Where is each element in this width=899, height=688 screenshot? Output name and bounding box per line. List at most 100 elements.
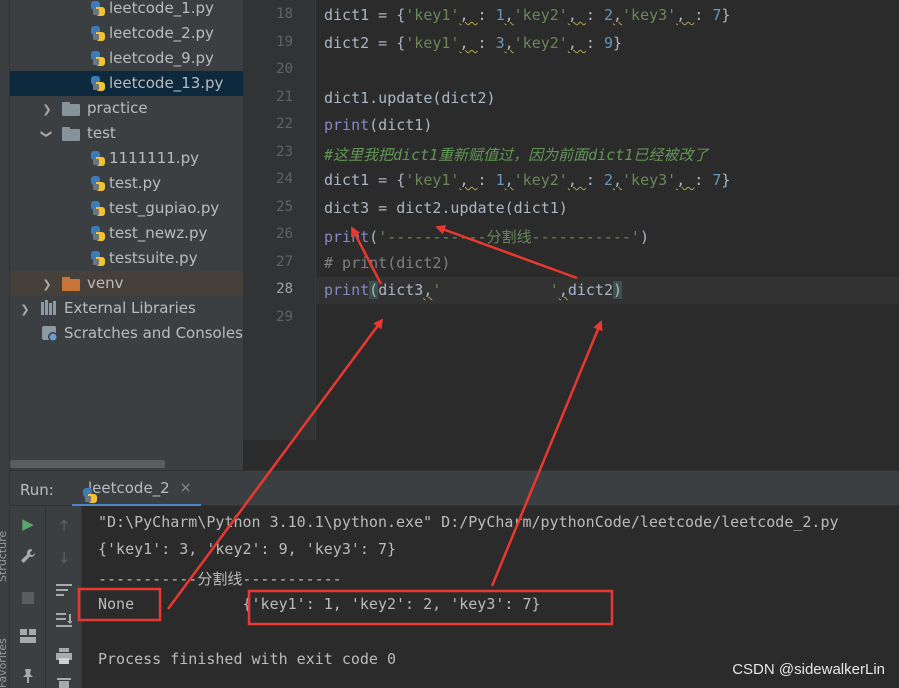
code-token: 'key3': [622, 171, 677, 189]
tree-item-label: test_newz.py: [109, 224, 208, 242]
tree-item-label: test: [87, 124, 116, 142]
arrow-up-icon[interactable]: ↑: [52, 514, 76, 538]
run-icon[interactable]: ▶: [16, 512, 40, 536]
chevron-right-icon[interactable]: ❯: [41, 103, 53, 116]
scratches-icon: [41, 325, 58, 342]
code-token: dict3: [378, 281, 424, 299]
soft-wrap-icon[interactable]: [52, 578, 76, 602]
line-number: 21: [276, 89, 293, 105]
tree-item-leetcode-2[interactable]: leetcode_2.py: [10, 21, 243, 46]
line-number: 19: [276, 34, 293, 50]
tree-item-label: 1111111.py: [109, 149, 199, 167]
code-token: :: [694, 6, 713, 24]
stop-icon[interactable]: [16, 586, 40, 610]
code-token: 'key2': [513, 34, 568, 52]
code-token: print: [324, 281, 370, 299]
code-token: 1: [495, 6, 505, 24]
code-token: # print(dict2): [324, 254, 451, 272]
tree-item-label: leetcode_9.py: [109, 49, 214, 67]
line-number: 26: [276, 226, 293, 242]
code-token: dict1 = {: [324, 6, 406, 24]
code-token: dict1.update(dict2): [324, 89, 496, 107]
tree-item-1111111[interactable]: 1111111.py: [10, 146, 243, 171]
tree-item-label: venv: [87, 274, 124, 292]
code-token: ,: [676, 171, 695, 189]
code-token: ,: [676, 6, 695, 24]
tree-item-label: test.py: [109, 174, 161, 192]
wrench-icon[interactable]: [16, 544, 40, 568]
tree-item-leetcode-9[interactable]: leetcode_9.py: [10, 46, 243, 71]
tree-item-test-newz[interactable]: test_newz.py: [10, 221, 243, 246]
pin-icon[interactable]: [16, 664, 40, 688]
console-line: None {'key1': 1, 'key2': 2, 'key3': 7}: [98, 595, 541, 613]
python-file-icon: [90, 26, 106, 42]
tree-item-label: leetcode_1.py: [109, 0, 214, 17]
tree-horizontal-scrollbar[interactable]: [10, 460, 165, 468]
folder-icon: [62, 271, 80, 291]
structure-tab[interactable]: Structure: [0, 531, 9, 582]
code-token: dict2 = {: [324, 34, 406, 52]
scroll-to-end-icon[interactable]: [52, 608, 76, 632]
tree-item-test-py[interactable]: test.py: [10, 171, 243, 196]
code-token: }: [721, 6, 731, 24]
tree-item-practice[interactable]: ❯ practice: [10, 96, 243, 121]
code-line: print(dict3,' ',dict2): [324, 281, 623, 299]
code-token: :: [585, 171, 604, 189]
code-token: ,: [504, 6, 514, 24]
close-icon[interactable]: ×: [180, 480, 192, 496]
code-token: :: [477, 6, 496, 24]
code-token: 'key1': [405, 171, 460, 189]
code-token: ): [639, 228, 649, 246]
chevron-right-icon[interactable]: ❯: [41, 278, 53, 291]
tree-item-testsuite[interactable]: testsuite.py: [10, 246, 243, 271]
code-token: '-----------分割线-----------': [378, 228, 640, 246]
trash-icon[interactable]: [52, 672, 76, 688]
line-number-current: 28: [276, 281, 293, 297]
tree-item-label: Scratches and Consoles: [64, 324, 243, 342]
code-editor[interactable]: dict1 = {'key1', : 1,'key2', : 2,'key3',…: [315, 0, 899, 460]
tree-item-label: leetcode_13.py: [109, 74, 224, 92]
code-line: dict1.update(dict2): [324, 89, 496, 107]
console-line: {'key1': 3, 'key2': 9, 'key3': 7}: [98, 540, 397, 558]
code-token: #这里我把dict1重新赋值过，因为前面dict1已经被改了: [324, 146, 709, 164]
line-number: 29: [276, 309, 293, 325]
run-tab-label: leetcode_2: [88, 478, 170, 497]
python-file-icon: [90, 226, 106, 242]
code-token: ,: [504, 171, 514, 189]
code-token: 'key1': [405, 34, 460, 52]
python-file-icon: [90, 251, 106, 267]
print-icon[interactable]: [52, 644, 76, 668]
code-token: 2: [603, 171, 613, 189]
code-token: (dict1): [369, 116, 433, 134]
tree-item-leetcode-1[interactable]: leetcode_1.py: [10, 0, 243, 21]
python-file-icon: [90, 201, 106, 217]
python-file-icon: [90, 51, 106, 67]
folder-icon: [62, 121, 80, 141]
arrow-down-icon[interactable]: ↓: [52, 546, 76, 570]
python-file-icon: [90, 151, 106, 167]
code-token: ,: [613, 6, 623, 24]
tree-item-test-gupiao[interactable]: test_gupiao.py: [10, 196, 243, 221]
code-token: print: [324, 228, 370, 246]
favorites-tab[interactable]: Favorites: [0, 638, 9, 688]
code-token: ,: [504, 34, 514, 52]
line-number: 23: [276, 144, 293, 160]
code-token: ,: [613, 171, 623, 189]
line-number: 25: [276, 199, 293, 215]
code-token: print: [324, 116, 370, 134]
line-number: 24: [276, 171, 293, 187]
run-panel-header: Run: leetcode_2 ×: [10, 470, 899, 507]
libraries-icon: [41, 300, 57, 316]
left-tool-strip: [0, 0, 10, 688]
tree-item-scratches[interactable]: Scratches and Consoles: [10, 321, 243, 346]
tree-item-leetcode-13[interactable]: leetcode_13.py: [10, 71, 243, 96]
tree-item-venv[interactable]: ❯ venv: [10, 271, 243, 296]
code-token: ,: [459, 6, 478, 24]
chevron-right-icon[interactable]: ❯: [19, 303, 31, 316]
tree-item-test[interactable]: ❯ test: [10, 121, 243, 146]
chevron-down-icon[interactable]: ❯: [41, 128, 54, 140]
layout-icon[interactable]: [16, 624, 40, 648]
run-tab[interactable]: leetcode_2 ×: [72, 471, 202, 507]
tree-item-external-libraries[interactable]: ❯ External Libraries: [10, 296, 243, 321]
line-number: 27: [276, 254, 293, 270]
